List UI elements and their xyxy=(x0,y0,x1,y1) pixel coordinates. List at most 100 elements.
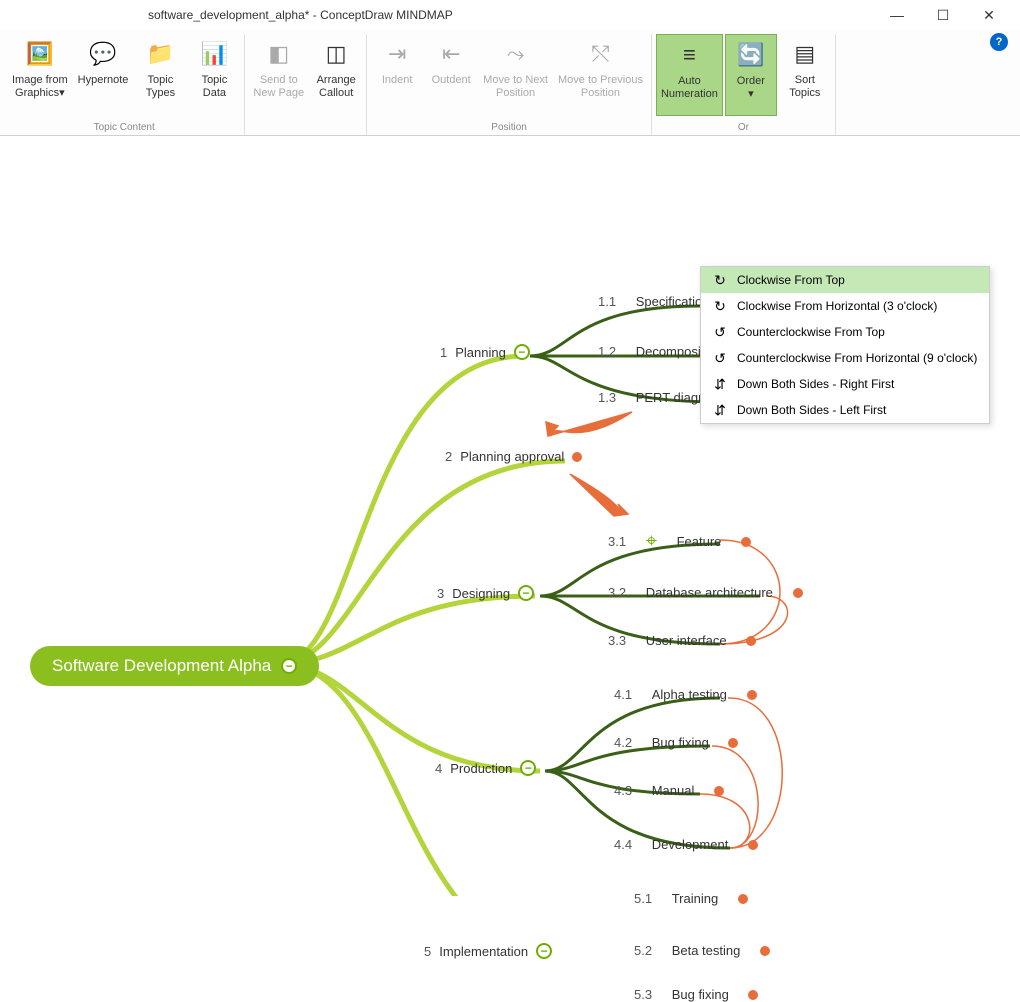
order-option[interactable]: ⇵ Down Both Sides - Left First xyxy=(701,397,989,423)
order-option-label: Down Both Sides - Right First xyxy=(737,377,894,391)
branch-designing[interactable]: 3 Designing − xyxy=(437,585,534,601)
mindmap-edges xyxy=(0,136,1020,896)
order-option[interactable]: ↻ Clockwise From Top xyxy=(701,267,989,293)
indent-icon: ⇥ xyxy=(381,38,413,70)
branch-planning-approval[interactable]: 2 Planning approval xyxy=(445,449,582,464)
ribbon-button-label: TopicData xyxy=(202,74,228,100)
relation-dot xyxy=(793,588,803,598)
ribbon-button-label: Outdent xyxy=(432,74,471,87)
hypernote-button[interactable]: 💬Hypernote xyxy=(74,34,133,116)
branch-production[interactable]: 4 Production − xyxy=(435,760,536,776)
topic-types-icon: 📁 xyxy=(144,38,176,70)
leaf-bug-fixing-1[interactable]: 4.2 Bug fixing xyxy=(614,735,738,750)
order-option-label: Counterclockwise From Top xyxy=(737,325,885,339)
order-option[interactable]: ⇵ Down Both Sides - Right First xyxy=(701,371,989,397)
collapse-icon[interactable]: − xyxy=(518,585,534,601)
image-from-graphics-button[interactable]: 🖼️ Image fromGraphics▾ xyxy=(8,34,72,116)
order-option[interactable]: ↺ Counterclockwise From Horizontal (9 o'c… xyxy=(701,345,989,371)
branch-number: 1 xyxy=(440,345,447,360)
leaf-alpha-testing[interactable]: 4.1 Alpha testing xyxy=(614,687,757,702)
ribbon-button-label: TopicTypes xyxy=(146,74,175,100)
order-option-label: Clockwise From Horizontal (3 o'clock) xyxy=(737,299,937,313)
order-button[interactable]: 🔄Order▾ xyxy=(725,34,777,116)
leaf-manual[interactable]: 4.3 Manual xyxy=(614,783,724,798)
window-title: software_development_alpha* - ConceptDra… xyxy=(148,8,453,22)
order-option[interactable]: ↻ Clockwise From Horizontal (3 o'clock) xyxy=(701,293,989,319)
leaf-decomposition[interactable]: 1.2 Decompositi xyxy=(598,344,707,359)
leaf-bug-fixing-2[interactable]: 5.3 Bug fixing xyxy=(634,987,758,1002)
ribbon-button-label: SortTopics xyxy=(789,74,820,100)
topic-data-button[interactable]: 📊 TopicData xyxy=(188,34,240,116)
collapse-icon[interactable]: − xyxy=(536,943,552,959)
root-topic[interactable]: Software Development Alpha − xyxy=(30,646,319,686)
order-option-icon: ↺ xyxy=(711,349,729,367)
order-option-label: Down Both Sides - Left First xyxy=(737,403,886,417)
sort-topics-icon: ▤ xyxy=(789,38,821,70)
collapse-icon[interactable]: − xyxy=(514,344,530,360)
relation-dot xyxy=(572,452,582,462)
relation-dot xyxy=(741,537,751,547)
leaf-db-arch[interactable]: 3.2 Database architecture xyxy=(608,585,803,600)
leaf-ui[interactable]: 3.3 User interface xyxy=(608,633,756,648)
order-dropdown[interactable]: ↻ Clockwise From Top ↻ Clockwise From Horiz… xyxy=(700,266,990,424)
relation-dot xyxy=(738,894,748,904)
order-option-icon: ⇵ xyxy=(711,401,729,419)
maximize-button[interactable]: ☐ xyxy=(920,0,966,30)
move-prev-icon: ⤲ xyxy=(584,38,616,70)
branch-label: Planning xyxy=(455,345,506,360)
outdent-button: ⇤ Outdent xyxy=(425,34,477,116)
title-bar: software_development_alpha* - ConceptDra… xyxy=(0,0,1020,30)
relation-dot xyxy=(748,840,758,850)
pin-icon: ⌖ xyxy=(646,530,657,553)
order-option-icon: ↻ xyxy=(711,297,729,315)
relation-dot xyxy=(714,786,724,796)
ribbon-button-label: Move to PreviousPosition xyxy=(558,74,643,100)
window-controls: — ☐ ✕ xyxy=(874,0,1012,30)
minimize-button[interactable]: — xyxy=(874,0,920,30)
move-next-icon: ⤳ xyxy=(500,38,532,70)
collapse-icon[interactable]: − xyxy=(520,760,536,776)
leaf-training[interactable]: 5.1 Training xyxy=(634,891,748,906)
ribbon-button-label: ArrangeCallout xyxy=(317,74,356,100)
arrange-callout-button[interactable]: ◫ ArrangeCallout xyxy=(310,34,362,116)
ribbon-button-label: Image fromGraphics▾ xyxy=(12,74,68,100)
relation-dot xyxy=(760,946,770,956)
leaf-specification[interactable]: 1.1 Specification xyxy=(598,294,709,309)
root-label: Software Development Alpha xyxy=(52,656,271,676)
relation-dot xyxy=(728,738,738,748)
ribbon-toolbar: 🖼️ Image fromGraphics▾💬Hypernote 📁 TopicTyp… xyxy=(0,30,1020,136)
order-option-icon: ⇵ xyxy=(711,375,729,393)
ribbon-button-label: AutoNumeration xyxy=(661,75,718,101)
ribbon-group-label: Topic Content xyxy=(94,122,155,135)
order-option-label: Counterclockwise From Horizontal (9 o'cl… xyxy=(737,351,977,365)
leaf-feature[interactable]: 3.1 ⌖ Feature xyxy=(608,530,751,553)
move-prev-button: ⤲ Move to PreviousPosition xyxy=(554,34,647,116)
move-next-button: ⤳Move to NextPosition xyxy=(479,34,552,116)
help-icon[interactable]: ? xyxy=(990,33,1008,51)
ribbon-button-label: Indent xyxy=(382,74,413,87)
ribbon-group-label: Or xyxy=(738,122,749,135)
topic-types-button[interactable]: 📁 TopicTypes xyxy=(134,34,186,116)
collapse-icon[interactable]: − xyxy=(281,658,297,674)
relation-dot xyxy=(748,990,758,1000)
close-button[interactable]: ✕ xyxy=(966,0,1012,30)
sort-topics-button[interactable]: ▤ SortTopics xyxy=(779,34,831,116)
branch-planning[interactable]: 1 Planning − xyxy=(440,344,530,360)
topic-data-icon: 📊 xyxy=(198,38,230,70)
outdent-icon: ⇤ xyxy=(435,38,467,70)
image-from-graphics-icon: 🖼️ xyxy=(24,38,56,70)
relation-dot xyxy=(746,636,756,646)
leaf-development[interactable]: 4.4 Development xyxy=(614,837,758,852)
hypernote-icon: 💬 xyxy=(87,38,119,70)
order-option[interactable]: ↺ Counterclockwise From Top xyxy=(701,319,989,345)
arrange-callout-icon: ◫ xyxy=(320,38,352,70)
order-option-icon: ↻ xyxy=(711,271,729,289)
ribbon-group-label: Position xyxy=(491,122,527,135)
branch-implementation[interactable]: 5 Implementation − xyxy=(424,943,552,959)
order-option-label: Clockwise From Top xyxy=(737,273,845,287)
order-option-icon: ↺ xyxy=(711,323,729,341)
order-icon: 🔄 xyxy=(735,39,767,71)
auto-numeration-button[interactable]: ≡AutoNumeration xyxy=(656,34,723,116)
mindmap-canvas[interactable]: Software Development Alpha − 1 Planning … xyxy=(0,136,1020,896)
leaf-beta-testing[interactable]: 5.2 Beta testing xyxy=(634,943,770,958)
